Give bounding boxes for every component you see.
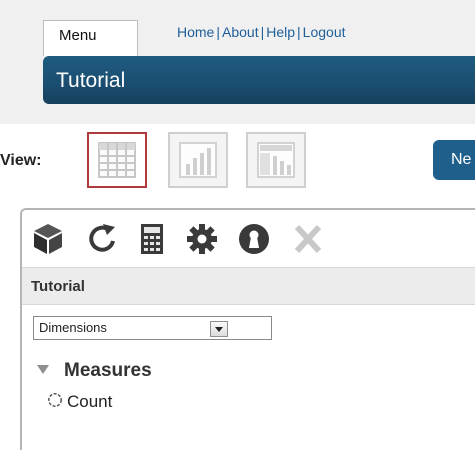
link-separator: | [297, 24, 301, 40]
measure-circle-icon [48, 393, 62, 407]
chevron-down-icon[interactable] [210, 321, 228, 337]
layout-icon [257, 142, 295, 178]
cube-icon[interactable] [32, 222, 64, 256]
chart-view-button[interactable] [168, 132, 228, 188]
new-button[interactable]: Ne [433, 140, 475, 180]
dimensions-row: Dimensions [22, 306, 475, 348]
layout-view-button[interactable] [246, 132, 306, 188]
dimensions-dropdown[interactable]: Dimensions [33, 316, 272, 340]
gear-icon[interactable] [186, 222, 218, 256]
table-view-button[interactable] [87, 132, 147, 188]
tree-group-measures[interactable]: Measures [64, 360, 152, 382]
refresh-icon[interactable] [86, 222, 118, 256]
page-title: Tutorial [56, 69, 126, 92]
lock-icon[interactable] [238, 222, 270, 256]
menu-tab[interactable]: Menu [43, 20, 138, 56]
help-link[interactable]: Help [266, 24, 295, 40]
dimensions-selected-value: Dimensions [39, 320, 107, 335]
bar-chart-icon [179, 142, 217, 178]
panel-toolbar [22, 210, 475, 265]
tree-item-count[interactable]: Count [67, 392, 112, 412]
logout-link[interactable]: Logout [303, 24, 346, 40]
panel-title: Tutorial [31, 278, 85, 295]
expand-triangle-icon[interactable] [37, 365, 49, 374]
top-nav-links: Home | About | Help | Logout [177, 24, 346, 40]
navigation-panel: Tutorial Dimensions Measures Count [20, 208, 475, 450]
view-label: View: [0, 152, 42, 169]
panel-header: Tutorial [22, 267, 475, 305]
close-icon[interactable] [292, 222, 324, 256]
home-link[interactable]: Home [177, 24, 214, 40]
link-separator: | [216, 24, 220, 40]
about-link[interactable]: About [222, 24, 259, 40]
title-banner: Tutorial [43, 56, 475, 104]
grid-icon [98, 142, 136, 178]
calculator-icon[interactable] [136, 222, 168, 256]
